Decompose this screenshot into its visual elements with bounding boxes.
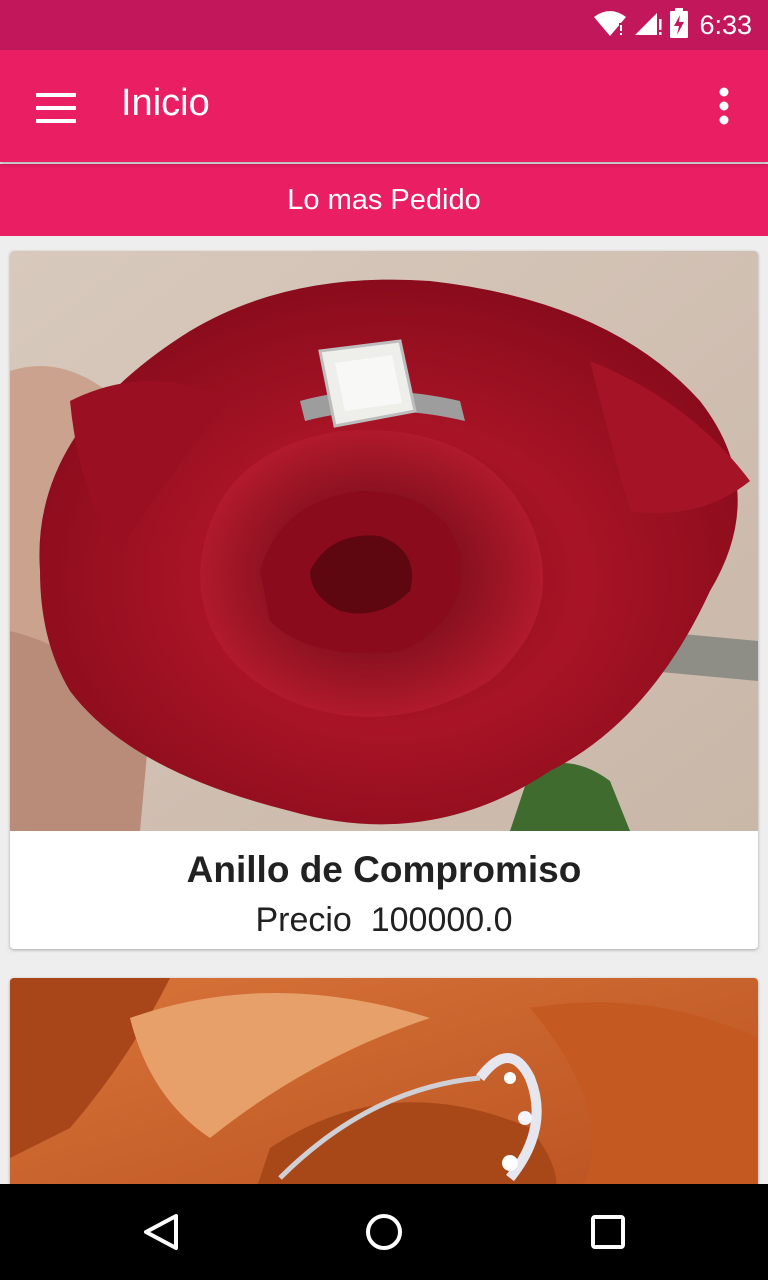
section-header: Lo mas Pedido <box>0 164 768 236</box>
product-name: Anillo de Compromiso <box>186 849 582 890</box>
home-icon[interactable] <box>356 1204 412 1260</box>
navigation-bar <box>0 1184 768 1280</box>
product-image <box>10 978 758 1208</box>
page-title: Inicio <box>121 82 210 124</box>
product-image <box>10 251 758 831</box>
status-time: 6:33 <box>699 9 752 40</box>
battery-charging-icon <box>669 8 689 42</box>
product-card[interactable]: Anillo de Compromiso Precio 100000.0 <box>10 251 758 949</box>
wifi-icon <box>593 9 627 41</box>
product-card[interactable] <box>10 978 758 1208</box>
signal-icon <box>633 9 663 41</box>
status-bar: 6:33 <box>0 0 768 50</box>
back-icon[interactable] <box>132 1204 188 1260</box>
status-icons <box>593 8 689 42</box>
recents-icon[interactable] <box>580 1204 636 1260</box>
app-bar: Inicio <box>0 50 768 162</box>
hamburger-menu-icon[interactable] <box>28 80 84 136</box>
product-price: Precio 100000.0 <box>255 901 513 939</box>
more-vert-icon[interactable] <box>700 78 748 134</box>
